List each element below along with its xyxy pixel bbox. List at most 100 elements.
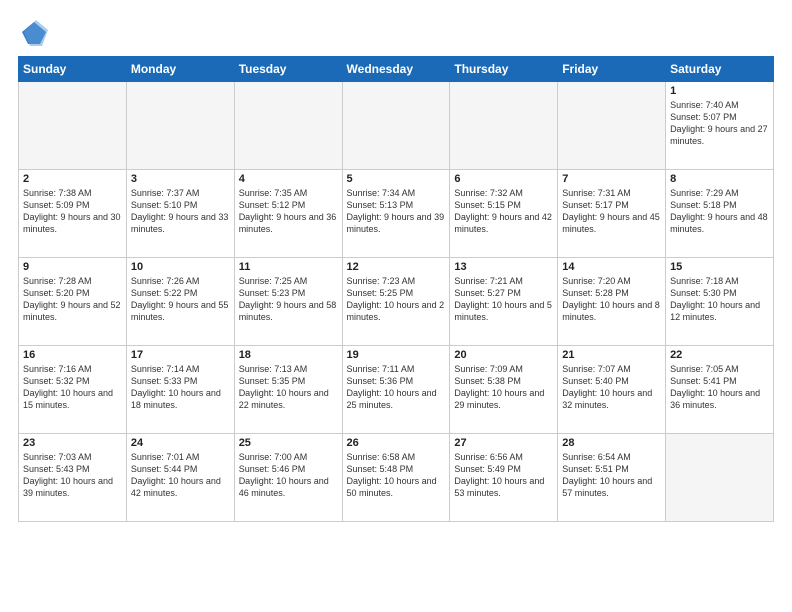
calendar-cell: 18 Sunrise: 7:13 AM Sunset: 5:35 PM Dayli… [234, 346, 342, 434]
calendar-cell [342, 82, 450, 170]
calendar-week-2: 2Sunrise: 7:38 AM Sunset: 5:09 PM Daylig… [19, 170, 774, 258]
calendar-cell: 11 Sunrise: 7:25 AM Sunset: 5:23 PM Dayli… [234, 258, 342, 346]
page: SundayMondayTuesdayWednesdayThursdayFrid… [0, 0, 792, 532]
calendar-cell: 12 Sunrise: 7:23 AM Sunset: 5:25 PM Dayli… [342, 258, 450, 346]
calendar-cell: 7 Sunrise: 7:31 AM Sunset: 5:17 PM Daylig… [558, 170, 666, 258]
calendar-cell: 10 Sunrise: 7:26 AM Sunset: 5:22 PM Dayli… [126, 258, 234, 346]
day-number: 4 [239, 173, 338, 185]
day-info: Sunrise: 6:56 AM Sunset: 5:49 PM Dayligh… [454, 451, 553, 500]
day-number: 24 [131, 437, 230, 449]
day-number: 20 [454, 349, 553, 361]
day-info: Sunrise: 7:09 AM Sunset: 5:38 PM Dayligh… [454, 363, 553, 412]
header [18, 18, 774, 46]
calendar-cell: 1 Sunrise: 7:40 AM Sunset: 5:07 PM Daylig… [666, 82, 774, 170]
calendar-cell: 13 Sunrise: 7:21 AM Sunset: 5:27 PM Dayli… [450, 258, 558, 346]
calendar-cell: 24 Sunrise: 7:01 AM Sunset: 5:44 PM Dayli… [126, 434, 234, 522]
day-number: 3 [131, 173, 230, 185]
day-info: Sunrise: 7:40 AM Sunset: 5:07 PM Dayligh… [670, 99, 769, 148]
calendar-cell [126, 82, 234, 170]
day-number: 12 [347, 261, 446, 273]
calendar-cell: 4 Sunrise: 7:35 AM Sunset: 5:12 PM Daylig… [234, 170, 342, 258]
calendar-cell [234, 82, 342, 170]
day-number: 27 [454, 437, 553, 449]
day-info: Sunrise: 7:13 AM Sunset: 5:35 PM Dayligh… [239, 363, 338, 412]
calendar-cell: 23 Sunrise: 7:03 AM Sunset: 5:43 PM Dayli… [19, 434, 127, 522]
calendar: SundayMondayTuesdayWednesdayThursdayFrid… [18, 56, 774, 522]
calendar-cell: 25 Sunrise: 7:00 AM Sunset: 5:46 PM Dayli… [234, 434, 342, 522]
day-number: 15 [670, 261, 769, 273]
day-number: 17 [131, 349, 230, 361]
calendar-cell: 27 Sunrise: 6:56 AM Sunset: 5:49 PM Dayli… [450, 434, 558, 522]
calendar-cell [450, 82, 558, 170]
day-number: 10 [131, 261, 230, 273]
day-number: 13 [454, 261, 553, 273]
day-number: 1 [670, 85, 769, 97]
day-header-tuesday: Tuesday [234, 57, 342, 82]
calendar-cell: 3 Sunrise: 7:37 AM Sunset: 5:10 PM Daylig… [126, 170, 234, 258]
day-info: Sunrise: 7:31 AM Sunset: 5:17 PM Dayligh… [562, 187, 661, 236]
calendar-cell: 17 Sunrise: 7:14 AM Sunset: 5:33 PM Dayli… [126, 346, 234, 434]
calendar-cell: 16 Sunrise: 7:16 AM Sunset: 5:32 PM Dayli… [19, 346, 127, 434]
day-info: Sunrise: 7:23 AM Sunset: 5:25 PM Dayligh… [347, 275, 446, 324]
day-number: 9 [23, 261, 122, 273]
day-number: 11 [239, 261, 338, 273]
calendar-cell [558, 82, 666, 170]
calendar-cell: 20 Sunrise: 7:09 AM Sunset: 5:38 PM Dayli… [450, 346, 558, 434]
day-number: 16 [23, 349, 122, 361]
day-number: 22 [670, 349, 769, 361]
day-number: 5 [347, 173, 446, 185]
day-info: Sunrise: 6:58 AM Sunset: 5:48 PM Dayligh… [347, 451, 446, 500]
day-info: Sunrise: 7:07 AM Sunset: 5:40 PM Dayligh… [562, 363, 661, 412]
day-header-saturday: Saturday [666, 57, 774, 82]
day-info: Sunrise: 7:26 AM Sunset: 5:22 PM Dayligh… [131, 275, 230, 324]
calendar-cell: 9 Sunrise: 7:28 AM Sunset: 5:20 PM Daylig… [19, 258, 127, 346]
logo-icon [20, 18, 48, 46]
day-number: 28 [562, 437, 661, 449]
calendar-week-5: 23 Sunrise: 7:03 AM Sunset: 5:43 PM Dayli… [19, 434, 774, 522]
day-number: 7 [562, 173, 661, 185]
day-info: Sunrise: 7:38 AM Sunset: 5:09 PM Dayligh… [23, 187, 122, 236]
calendar-cell: 8 Sunrise: 7:29 AM Sunset: 5:18 PM Daylig… [666, 170, 774, 258]
calendar-week-1: 1 Sunrise: 7:40 AM Sunset: 5:07 PM Daylig… [19, 82, 774, 170]
day-header-friday: Friday [558, 57, 666, 82]
day-header-wednesday: Wednesday [342, 57, 450, 82]
day-header-sunday: Sunday [19, 57, 127, 82]
calendar-cell [666, 434, 774, 522]
calendar-cell: 26Sunrise: 6:58 AM Sunset: 5:48 PM Dayli… [342, 434, 450, 522]
calendar-cell: 21 Sunrise: 7:07 AM Sunset: 5:40 PM Dayli… [558, 346, 666, 434]
day-number: 23 [23, 437, 122, 449]
day-info: Sunrise: 7:05 AM Sunset: 5:41 PM Dayligh… [670, 363, 769, 412]
day-info: Sunrise: 7:37 AM Sunset: 5:10 PM Dayligh… [131, 187, 230, 236]
day-number: 18 [239, 349, 338, 361]
day-info: Sunrise: 7:18 AM Sunset: 5:30 PM Dayligh… [670, 275, 769, 324]
calendar-cell: 22 Sunrise: 7:05 AM Sunset: 5:41 PM Dayli… [666, 346, 774, 434]
day-info: Sunrise: 7:03 AM Sunset: 5:43 PM Dayligh… [23, 451, 122, 500]
day-number: 21 [562, 349, 661, 361]
day-info: Sunrise: 7:32 AM Sunset: 5:15 PM Dayligh… [454, 187, 553, 236]
calendar-week-3: 9 Sunrise: 7:28 AM Sunset: 5:20 PM Daylig… [19, 258, 774, 346]
day-info: Sunrise: 7:29 AM Sunset: 5:18 PM Dayligh… [670, 187, 769, 236]
calendar-cell: 14Sunrise: 7:20 AM Sunset: 5:28 PM Dayli… [558, 258, 666, 346]
calendar-week-4: 16 Sunrise: 7:16 AM Sunset: 5:32 PM Dayli… [19, 346, 774, 434]
day-number: 19 [347, 349, 446, 361]
day-info: Sunrise: 7:35 AM Sunset: 5:12 PM Dayligh… [239, 187, 338, 236]
logo [18, 18, 48, 46]
day-info: Sunrise: 7:16 AM Sunset: 5:32 PM Dayligh… [23, 363, 122, 412]
day-info: Sunrise: 7:25 AM Sunset: 5:23 PM Dayligh… [239, 275, 338, 324]
day-info: Sunrise: 7:01 AM Sunset: 5:44 PM Dayligh… [131, 451, 230, 500]
calendar-header-row: SundayMondayTuesdayWednesdayThursdayFrid… [19, 57, 774, 82]
day-number: 6 [454, 173, 553, 185]
day-header-monday: Monday [126, 57, 234, 82]
day-info: Sunrise: 7:21 AM Sunset: 5:27 PM Dayligh… [454, 275, 553, 324]
day-number: 25 [239, 437, 338, 449]
day-info: Sunrise: 7:34 AM Sunset: 5:13 PM Dayligh… [347, 187, 446, 236]
calendar-cell [19, 82, 127, 170]
calendar-cell: 2Sunrise: 7:38 AM Sunset: 5:09 PM Daylig… [19, 170, 127, 258]
day-info: Sunrise: 7:00 AM Sunset: 5:46 PM Dayligh… [239, 451, 338, 500]
day-info: Sunrise: 7:14 AM Sunset: 5:33 PM Dayligh… [131, 363, 230, 412]
calendar-cell: 28Sunrise: 6:54 AM Sunset: 5:51 PM Dayli… [558, 434, 666, 522]
day-number: 8 [670, 173, 769, 185]
day-info: Sunrise: 7:28 AM Sunset: 5:20 PM Dayligh… [23, 275, 122, 324]
day-header-thursday: Thursday [450, 57, 558, 82]
calendar-cell: 15 Sunrise: 7:18 AM Sunset: 5:30 PM Dayli… [666, 258, 774, 346]
